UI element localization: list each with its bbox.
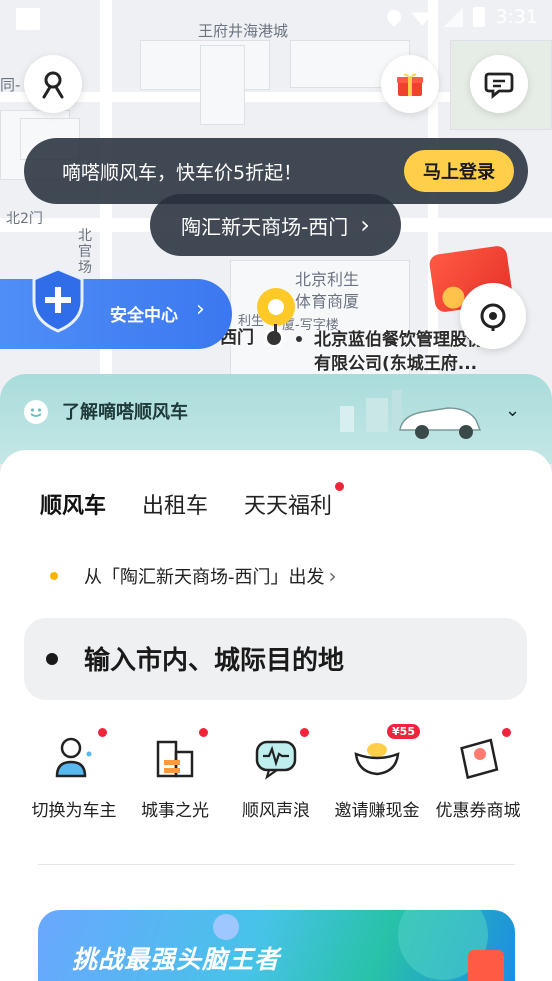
coupon-icon xyxy=(460,738,499,780)
wifi-icon xyxy=(411,12,434,26)
message-button[interactable] xyxy=(470,55,528,113)
departure-row[interactable]: 从「陶汇新天商场-西门」出发 › xyxy=(50,563,337,589)
feature-label: 优惠券商城 xyxy=(435,801,521,821)
red-envelope-icon xyxy=(468,950,504,981)
chat-bubble-icon xyxy=(484,72,514,99)
location-icon xyxy=(384,7,405,27)
poi-label[interactable]: 有限公司(东城王府... xyxy=(314,352,477,376)
divider xyxy=(38,864,515,865)
feature-voice-wave[interactable]: 顺风声浪 xyxy=(226,728,326,821)
promo-text: 挑战最强头脑王者 xyxy=(72,945,281,974)
gift-icon xyxy=(397,73,423,96)
signal-icon xyxy=(443,7,464,27)
pin-stem xyxy=(274,324,277,334)
status-bar: 3:31 xyxy=(0,0,552,40)
notification-dot xyxy=(502,728,511,737)
notification-dot xyxy=(335,482,345,491)
gift-button[interactable] xyxy=(381,55,439,113)
smile-icon xyxy=(24,400,48,424)
map-label: 北京利生 xyxy=(295,270,360,289)
notification-dot xyxy=(199,728,208,737)
feature-city-light[interactable]: 城事之光 xyxy=(125,728,225,821)
destination-input[interactable]: 输入市内、城际目的地 xyxy=(24,618,527,700)
feature-switch-driver[interactable]: 切换为车主 xyxy=(24,728,124,821)
safety-center-label: 安全中心 xyxy=(110,306,178,326)
about-dida-title: 了解嘀嗒顺风车 xyxy=(62,402,188,423)
locate-me-button[interactable] xyxy=(460,283,526,349)
feature-label: 城事之光 xyxy=(141,801,209,821)
city-buildings-icon xyxy=(156,740,194,778)
chevron-right-icon: › xyxy=(328,564,337,588)
pickup-place-text: 陶汇新天商场-西门 xyxy=(181,214,349,239)
map-label: 同- xyxy=(0,76,21,94)
chevron-down-icon[interactable]: ⌄ xyxy=(505,400,520,421)
driver-switch-icon xyxy=(55,737,92,778)
shield-icon xyxy=(32,267,84,333)
service-tabs: 顺风车 出租车 天天福利 xyxy=(27,482,345,522)
feature-label: 切换为车主 xyxy=(31,801,117,821)
feature-invite-cash[interactable]: ¥55 邀请赚现金 xyxy=(327,724,427,821)
promo-banner[interactable]: 挑战最强头脑王者 xyxy=(38,910,515,981)
pickup-place-pill[interactable]: 陶汇新天商场-西门 › xyxy=(150,194,401,256)
feature-grid: 切换为车主 城事之光 顺风声浪 ¥55 邀请赚现金 优惠券商城 xyxy=(24,724,528,821)
bottom-sheet: 顺风车 出租车 天天福利 从「陶汇新天商场-西门」出发 › 输入市内、城际目的地… xyxy=(0,450,552,981)
status-time: 3:31 xyxy=(495,6,538,28)
notification-icon xyxy=(16,8,40,30)
safety-center-button[interactable]: 安全中心 › xyxy=(0,267,232,349)
chevron-right-icon: › xyxy=(196,297,205,322)
pickup-pin-icon[interactable] xyxy=(257,288,295,326)
tab-label: 天天福利 xyxy=(244,494,333,519)
notification-dot xyxy=(98,728,107,737)
profile-button[interactable] xyxy=(24,55,82,113)
tab-taxi[interactable]: 出租车 xyxy=(142,488,208,520)
reward-badge: ¥55 xyxy=(387,724,420,739)
destination-placeholder: 输入市内、城际目的地 xyxy=(84,646,345,676)
tab-label: 顺风车 xyxy=(40,494,107,519)
map-label: 北2门 xyxy=(6,211,43,227)
notification-dot xyxy=(300,728,309,737)
tab-hitch[interactable]: 顺风车 xyxy=(27,488,107,522)
login-button[interactable]: 马上登录 xyxy=(404,150,514,192)
poi-dot xyxy=(296,336,302,342)
feature-label: 邀请赚现金 xyxy=(334,801,420,821)
tab-daily-rewards[interactable]: 天天福利 xyxy=(244,482,345,520)
poi-label[interactable]: 北京蓝伯餐饮管理股份 xyxy=(314,328,484,352)
voice-wave-icon xyxy=(255,740,297,780)
departure-text: 从「陶汇新天商场-西门」出发 xyxy=(84,567,325,588)
locate-icon xyxy=(480,303,506,331)
map-label: 体育商厦 xyxy=(295,292,360,311)
chevron-right-icon: › xyxy=(360,211,370,239)
destination-dot-icon xyxy=(46,653,58,665)
car-illustration-icon xyxy=(340,390,482,439)
feature-coupon-mall[interactable]: 优惠券商城 xyxy=(428,728,528,821)
origin-dot-icon xyxy=(50,572,58,580)
user-icon xyxy=(42,71,64,99)
battery-icon xyxy=(473,7,486,27)
gold-ingot-icon xyxy=(354,743,400,776)
tab-label: 出租车 xyxy=(142,494,209,519)
feature-label: 顺风声浪 xyxy=(242,801,310,821)
